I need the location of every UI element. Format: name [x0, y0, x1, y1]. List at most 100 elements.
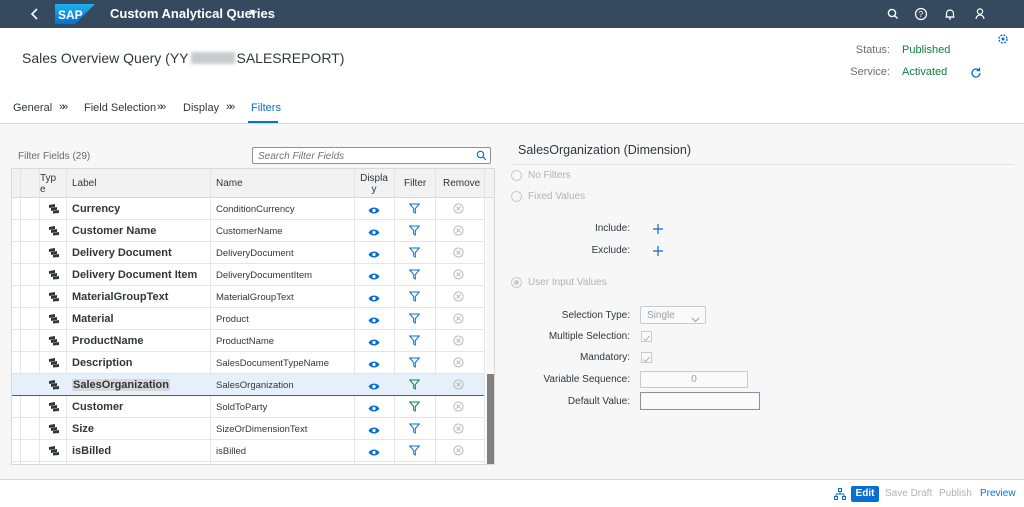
table-row[interactable]: ProductName ProductName	[12, 330, 484, 352]
tab-display[interactable]: Display	[183, 102, 219, 114]
hierarchy-icon[interactable]	[834, 488, 846, 500]
row-name: ConditionCurrency	[216, 204, 295, 215]
display-icon[interactable]	[368, 248, 380, 258]
no-filters-radio[interactable]	[511, 170, 522, 181]
table-row[interactable]: SalesOrganization SalesOrganization	[12, 374, 484, 396]
row-name: CustomerName	[216, 226, 283, 237]
svg-text:SAP: SAP	[58, 8, 83, 22]
divider	[511, 164, 1014, 165]
display-icon[interactable]	[368, 380, 380, 390]
variable-sequence-input[interactable]: 0	[640, 371, 748, 388]
remove-icon[interactable]	[453, 291, 464, 302]
filter-icon[interactable]	[408, 225, 421, 236]
tab-field-selection[interactable]: Field Selection	[84, 102, 156, 114]
filter-icon[interactable]	[408, 401, 421, 412]
tab-filters[interactable]: Filters	[251, 102, 281, 114]
filter-icon[interactable]	[408, 357, 421, 368]
remove-icon[interactable]	[453, 247, 464, 258]
search-icon[interactable]	[476, 150, 487, 161]
publish-button[interactable]: Publish	[939, 488, 972, 499]
preview-button[interactable]: Preview	[980, 488, 1016, 499]
search-box[interactable]	[252, 147, 491, 164]
sap-logo[interactable]: SAP	[55, 4, 95, 24]
multiple-selection-checkbox[interactable]	[641, 331, 652, 342]
filter-icon[interactable]	[408, 313, 421, 324]
table-row[interactable]: MaterialGroupText MaterialGroupText	[12, 286, 484, 308]
remove-icon[interactable]	[453, 335, 464, 346]
col-display: Displa y	[360, 172, 388, 195]
tab-general[interactable]: General	[13, 102, 52, 114]
display-icon[interactable]	[368, 204, 380, 214]
mandatory-checkbox[interactable]	[641, 352, 652, 363]
row-label-text: isBilled	[72, 445, 112, 457]
table-row[interactable]: Customer SoldToParty	[12, 396, 484, 418]
remove-icon[interactable]	[453, 225, 464, 236]
col-filter: Filter	[404, 178, 427, 189]
multiple-selection-label: Multiple Selection:	[548, 331, 630, 342]
filter-icon[interactable]	[408, 247, 421, 258]
user-input-values-radio[interactable]	[511, 277, 522, 288]
remove-icon[interactable]	[453, 203, 464, 214]
user-icon[interactable]	[971, 5, 989, 23]
add-exclude-icon[interactable]	[652, 245, 664, 257]
table-row[interactable]: Description SalesDocumentTypeName	[12, 352, 484, 374]
filter-icon[interactable]	[408, 291, 421, 302]
dimension-icon	[48, 313, 60, 324]
notifications-icon[interactable]	[941, 5, 959, 23]
display-icon[interactable]	[368, 270, 380, 280]
add-include-icon[interactable]	[652, 223, 664, 235]
table-row[interactable]: Size SizeOrDimensionText	[12, 418, 484, 440]
dimension-icon	[48, 445, 60, 456]
filter-icon[interactable]	[408, 423, 421, 434]
display-icon[interactable]	[368, 336, 380, 346]
fixed-values-radio[interactable]	[511, 191, 522, 202]
footer-toolbar: Edit Save Draft Publish Preview	[0, 479, 1024, 507]
table-row[interactable]: Currency ConditionCurrency	[12, 198, 484, 220]
remove-icon[interactable]	[453, 269, 464, 280]
user-input-values-label: User Input Values	[528, 277, 607, 288]
filter-icon[interactable]	[408, 335, 421, 346]
back-icon[interactable]	[26, 5, 44, 23]
default-value-input[interactable]	[640, 392, 760, 410]
save-draft-button[interactable]: Save Draft	[885, 488, 932, 499]
remove-icon[interactable]	[453, 313, 464, 324]
row-label: Size	[72, 423, 94, 435]
title-dropdown-icon[interactable]: ▼	[248, 7, 257, 17]
display-icon[interactable]	[368, 292, 380, 302]
filter-icon[interactable]	[408, 203, 421, 214]
search-input[interactable]	[258, 149, 468, 163]
dimension-icon	[48, 423, 60, 434]
col-name[interactable]: Name	[216, 169, 243, 198]
remove-icon[interactable]	[453, 423, 464, 434]
table-row[interactable]: Customer Name CustomerName	[12, 220, 484, 242]
col-type: Typ e	[40, 172, 57, 195]
edit-button[interactable]: Edit	[851, 486, 879, 502]
selection-type-value: Single	[647, 310, 675, 321]
remove-icon[interactable]	[453, 357, 464, 368]
object-header: Sales Overview Query (YY SALESREPORT) Sta…	[0, 28, 1024, 92]
row-name: SalesOrganization	[216, 380, 294, 391]
filter-icon[interactable]	[408, 269, 421, 280]
remove-icon[interactable]	[453, 401, 464, 412]
col-label[interactable]: Label	[72, 169, 96, 198]
table-row[interactable]: Delivery Document DeliveryDocument	[12, 242, 484, 264]
filter-icon[interactable]	[408, 445, 421, 456]
selection-type-select[interactable]: Single	[640, 306, 706, 324]
display-icon[interactable]	[368, 314, 380, 324]
search-icon[interactable]	[884, 5, 902, 23]
refresh-icon[interactable]	[969, 66, 983, 80]
remove-icon[interactable]	[453, 445, 464, 456]
scrollbar-thumb[interactable]	[487, 374, 494, 464]
display-icon[interactable]	[368, 402, 380, 412]
table-row[interactable]: isBilled isBilled	[12, 440, 484, 462]
remove-icon[interactable]	[453, 379, 464, 390]
display-icon[interactable]	[368, 226, 380, 236]
table-row[interactable]: Delivery Document Item DeliveryDocumentIt…	[12, 264, 484, 286]
display-icon[interactable]	[368, 424, 380, 434]
filter-icon[interactable]	[408, 379, 421, 390]
settings-icon[interactable]	[996, 32, 1010, 46]
display-icon[interactable]	[368, 358, 380, 368]
table-row[interactable]: Material Product	[12, 308, 484, 330]
help-icon[interactable]: ?	[912, 5, 930, 23]
display-icon[interactable]	[368, 446, 380, 456]
